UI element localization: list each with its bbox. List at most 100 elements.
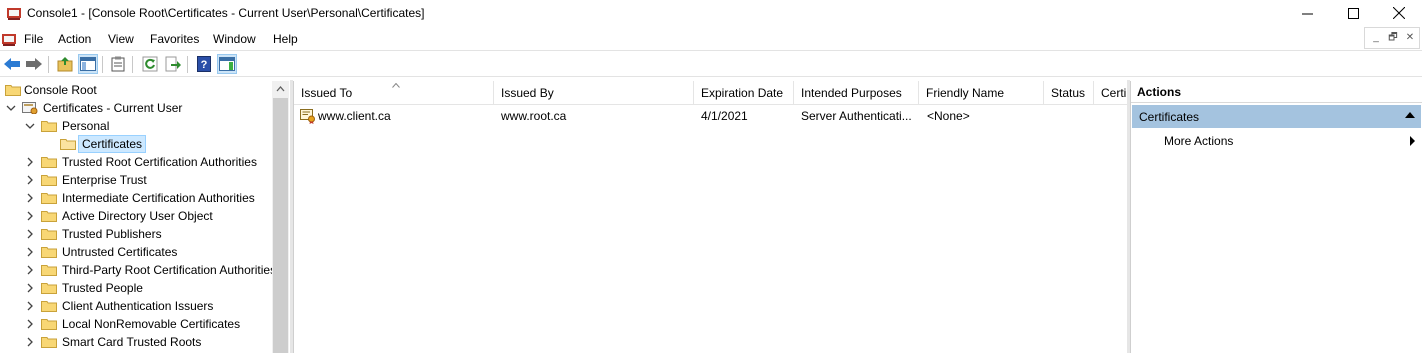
tree-node-certificates[interactable]: Certificates [0, 135, 272, 153]
toolbar-separator [187, 56, 188, 73]
refresh-button[interactable] [140, 54, 160, 74]
collapsed-chevron-icon [27, 157, 33, 167]
menu-bar: File Action View Favorites Window Help [0, 28, 1422, 50]
tree-label: Third-Party Root Certification Authoriti… [62, 263, 272, 277]
help-icon: ? [197, 56, 211, 72]
column-expiration-date[interactable]: Expiration Date [694, 81, 794, 105]
tree-label: Local NonRemovable Certificates [62, 317, 241, 331]
collapse-up-icon[interactable] [1405, 112, 1415, 118]
menu-action[interactable]: Action [58, 32, 91, 46]
collapsed-chevron-icon [27, 193, 33, 203]
collapsed-chevron-icon [27, 337, 33, 347]
mdi-close-button[interactable]: ✕ [1403, 32, 1417, 46]
export-list-button[interactable] [163, 54, 183, 74]
tree-node-folder[interactable]: Enterprise Trust [0, 171, 272, 189]
more-actions-item[interactable]: More Actions [1132, 130, 1421, 152]
maximize-icon [1347, 7, 1359, 19]
mdi-window-controls: _ 🗗 ✕ [1364, 27, 1420, 49]
expanded-chevron-icon [25, 123, 35, 129]
toolbar-separator [48, 56, 49, 73]
tree-label: Client Authentication Issuers [62, 299, 214, 313]
actions-section-certificates[interactable]: Certificates [1132, 105, 1421, 128]
export-list-icon [165, 56, 181, 72]
tree-node-certificates-current-user[interactable]: Certificates - Current User [0, 99, 272, 117]
show-hide-action-pane-icon [219, 57, 235, 71]
svg-text:?: ? [201, 59, 208, 71]
properties-button[interactable] [108, 54, 128, 74]
list-header: Issued To Issued By Expiration Date Inte… [294, 81, 1127, 105]
tree-label: Certificates [78, 135, 147, 153]
folder-icon [41, 157, 57, 168]
cell-issued-by: www.root.ca [501, 109, 567, 123]
tree-node-folder[interactable]: Smart Card Trusted Roots [0, 333, 272, 351]
table-row[interactable]: www.client.ca www.root.ca 4/1/2021 Serve… [294, 106, 1127, 126]
tree-label: Trusted People [62, 281, 143, 295]
column-issued-to[interactable]: Issued To [294, 81, 494, 105]
minimize-button[interactable] [1284, 0, 1330, 26]
tree-node-folder[interactable]: Trusted Publishers [0, 225, 272, 243]
tree-node-folder[interactable]: Local NonRemovable Certificates [0, 315, 272, 333]
minimize-icon [1301, 13, 1313, 14]
sort-ascending-icon [392, 83, 400, 88]
column-issued-by[interactable]: Issued By [494, 81, 694, 105]
column-label: Issued By [501, 86, 554, 100]
back-button[interactable] [2, 54, 22, 74]
collapsed-chevron-icon [27, 229, 33, 239]
column-label: Issued To [301, 86, 353, 100]
cell-friendly-name: <None> [927, 109, 970, 123]
tree-node-console-root[interactable]: Console Root [0, 81, 272, 99]
menu-help[interactable]: Help [273, 32, 298, 46]
submenu-arrow-icon [1410, 136, 1415, 146]
column-certificate-template[interactable]: Certi [1094, 81, 1127, 105]
tree-node-folder[interactable]: Client Authentication Issuers [0, 297, 272, 315]
menu-window[interactable]: Window [213, 32, 256, 46]
tree-node-personal[interactable]: Personal [0, 117, 272, 135]
folder-icon [41, 337, 57, 348]
menu-view[interactable]: View [108, 32, 134, 46]
column-status[interactable]: Status [1044, 81, 1094, 105]
forward-button[interactable] [24, 54, 44, 74]
expanded-chevron-icon [6, 105, 16, 111]
more-actions-label: More Actions [1164, 134, 1234, 148]
tree-node-folder[interactable]: Trusted People [0, 279, 272, 297]
forward-icon [26, 58, 42, 70]
console-tree: Console Root Certificates - Current User… [0, 81, 290, 353]
tree-node-folder[interactable]: Active Directory User Object [0, 207, 272, 225]
title-bar: Console1 - [Console Root\Certificates - … [0, 0, 1422, 28]
tree-label: Certificates - Current User [43, 101, 183, 115]
column-intended-purposes[interactable]: Intended Purposes [794, 81, 919, 105]
show-hide-console-tree-button[interactable] [78, 54, 98, 74]
menu-favorites[interactable]: Favorites [150, 32, 199, 46]
maximize-button[interactable] [1330, 0, 1376, 26]
tree-node-folder[interactable]: Untrusted Certificates [0, 243, 272, 261]
tree-label: Trusted Root Certification Authorities [62, 155, 257, 169]
certificate-list: Issued To Issued By Expiration Date Inte… [293, 81, 1127, 353]
actions-header: Actions [1131, 81, 1422, 103]
column-label: Intended Purposes [801, 86, 902, 100]
clipboard-icon [111, 56, 125, 72]
tree-label: Trusted Publishers [62, 227, 162, 241]
certificate-icon [300, 109, 315, 124]
window-title: Console1 - [Console Root\Certificates - … [27, 6, 425, 20]
menu-file[interactable]: File [24, 32, 43, 46]
mdi-restore-button[interactable]: 🗗 [1386, 32, 1400, 46]
close-icon [1393, 7, 1405, 19]
tree-node-folder[interactable]: Intermediate Certification Authorities [0, 189, 272, 207]
show-hide-action-pane-button[interactable] [217, 54, 237, 74]
tree-node-folder[interactable]: Third-Party Root Certification Authoriti… [0, 261, 272, 279]
scroll-up-arrow-icon[interactable] [276, 86, 285, 92]
column-friendly-name[interactable]: Friendly Name [919, 81, 1044, 105]
help-button[interactable]: ? [194, 54, 214, 74]
column-label: Expiration Date [701, 86, 784, 100]
tree-label: Personal [62, 119, 110, 133]
tree-node-folder[interactable]: Trusted Root Certification Authorities [0, 153, 272, 171]
toolbar-separator [132, 56, 133, 73]
up-one-level-button[interactable] [55, 54, 75, 74]
back-icon [4, 58, 20, 70]
mdi-minimize-button[interactable]: _ [1369, 32, 1383, 46]
scrollbar-thumb[interactable] [273, 98, 288, 353]
tree-vertical-scrollbar[interactable] [272, 81, 289, 353]
close-button[interactable] [1376, 0, 1422, 26]
mmc-system-menu-icon[interactable] [1, 31, 17, 47]
up-folder-icon [57, 57, 73, 72]
